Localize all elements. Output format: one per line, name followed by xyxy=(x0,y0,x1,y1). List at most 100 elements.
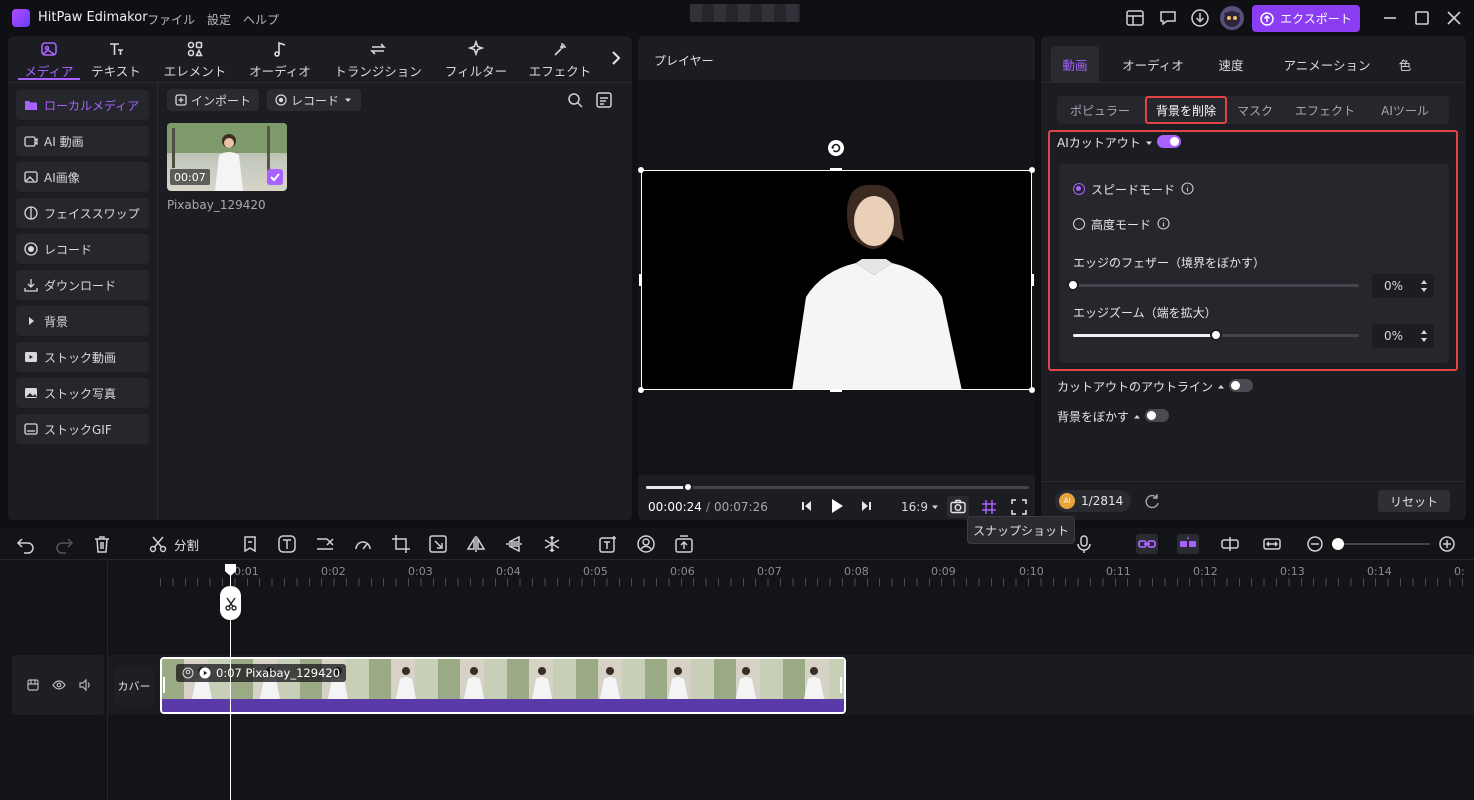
resize-handle[interactable] xyxy=(1029,387,1035,393)
info-icon[interactable] xyxy=(1181,182,1194,195)
info-icon[interactable] xyxy=(1157,217,1170,230)
tab-elements[interactable]: エレメント xyxy=(160,40,230,80)
trim-icon[interactable] xyxy=(315,534,335,554)
sidebar-item-stock-video[interactable]: ストック動画 xyxy=(16,342,149,372)
zoom-in-icon[interactable] xyxy=(1437,534,1457,554)
avatar[interactable] xyxy=(1220,6,1244,30)
flip-icon[interactable] xyxy=(504,534,524,554)
resize-handle[interactable] xyxy=(638,167,644,173)
add-text-icon[interactable] xyxy=(277,534,297,554)
ai-cutout-toggle[interactable] xyxy=(1157,135,1181,148)
cover-button[interactable]: カバー xyxy=(114,666,154,706)
export-button[interactable]: エクスポート xyxy=(1252,5,1360,32)
tab-media[interactable]: メディア xyxy=(18,40,80,80)
record-dropdown[interactable]: レコード xyxy=(267,89,362,111)
menu-file[interactable]: ファイル xyxy=(147,11,195,28)
sidebar-item-stock-photo[interactable]: ストック写真 xyxy=(16,378,149,408)
resize-handle[interactable] xyxy=(638,387,644,393)
microphone-icon[interactable] xyxy=(1074,534,1094,554)
resize-handle[interactable] xyxy=(830,168,842,171)
tab-text[interactable]: テキスト xyxy=(88,40,144,80)
refresh-icon[interactable] xyxy=(1143,492,1161,510)
layout-icon[interactable] xyxy=(1125,8,1145,28)
delete-icon[interactable] xyxy=(92,534,112,554)
tab-filter[interactable]: フィルター xyxy=(438,40,514,80)
track-lock-icon[interactable] xyxy=(26,678,40,692)
tab-audio[interactable]: オーディオ xyxy=(244,40,316,80)
subtab-popular[interactable]: ポピュラー xyxy=(1061,96,1139,124)
split-audio-icon[interactable] xyxy=(1220,534,1240,554)
outline-toggle[interactable] xyxy=(1229,379,1253,392)
fullscreen-icon[interactable] xyxy=(1009,497,1029,517)
prev-frame-icon[interactable] xyxy=(800,498,814,514)
next-frame-icon[interactable] xyxy=(859,498,873,514)
resize-handle[interactable] xyxy=(1029,167,1035,173)
freeze-icon[interactable] xyxy=(542,534,562,554)
sidebar-item-stock-gif[interactable]: ストックGIF xyxy=(16,414,149,444)
zoom-slider[interactable] xyxy=(1332,543,1430,545)
undo-icon[interactable] xyxy=(16,534,36,554)
aspect-ratio-dropdown[interactable]: 16:9 xyxy=(901,500,939,514)
sidebar-item-face-swap[interactable]: フェイススワップ xyxy=(16,198,149,228)
playback-knob[interactable] xyxy=(683,482,694,492)
tab-audio[interactable]: オーディオ xyxy=(1113,46,1193,82)
edge-feather-input[interactable]: 0% xyxy=(1372,274,1434,298)
video-preview[interactable] xyxy=(641,170,1032,390)
blur-background-toggle[interactable] xyxy=(1145,409,1169,422)
grid-icon[interactable] xyxy=(979,497,999,517)
ai-magic-icon[interactable] xyxy=(1177,534,1199,554)
sidebar-item-ai-video[interactable]: AI 動画 xyxy=(16,126,149,156)
text-to-speech-icon[interactable] xyxy=(598,534,618,554)
tabs-next-icon[interactable] xyxy=(608,48,624,68)
link-icon[interactable] xyxy=(1136,534,1158,554)
close-icon[interactable] xyxy=(1444,8,1464,28)
split-at-playhead-button[interactable] xyxy=(220,586,241,620)
speed-mode-radio[interactable] xyxy=(1073,183,1085,195)
minimize-icon[interactable] xyxy=(1380,8,1400,28)
resize-handle[interactable] xyxy=(639,274,642,286)
rotate-icon[interactable] xyxy=(827,139,845,157)
media-thumbnail[interactable]: 00:07 xyxy=(167,123,287,191)
tab-speed[interactable]: 速度 xyxy=(1207,46,1255,82)
edge-zoom-input[interactable]: 0% xyxy=(1372,324,1434,348)
feedback-icon[interactable] xyxy=(1158,8,1178,28)
menu-settings[interactable]: 設定 xyxy=(207,11,231,28)
fit-timeline-icon[interactable] xyxy=(1262,534,1282,554)
upload-clip-icon[interactable] xyxy=(674,534,694,554)
resize-icon[interactable] xyxy=(428,534,448,554)
import-button[interactable]: インポート xyxy=(167,89,260,111)
volume-icon[interactable] xyxy=(78,678,92,692)
tab-video[interactable]: 動画 xyxy=(1051,46,1099,82)
play-icon[interactable] xyxy=(829,497,845,515)
sidebar-item-record[interactable]: レコード xyxy=(16,234,149,264)
clip-trim-handle-right[interactable] xyxy=(840,677,842,693)
subtab-ai-tools[interactable]: AIツール xyxy=(1371,96,1439,124)
reset-button[interactable]: リセット xyxy=(1378,490,1450,512)
playback-progress[interactable] xyxy=(646,482,1029,492)
resize-handle[interactable] xyxy=(830,389,842,392)
sort-icon[interactable] xyxy=(595,91,613,109)
crop-icon[interactable] xyxy=(391,534,411,554)
ai-face-icon[interactable] xyxy=(636,534,656,554)
resize-handle[interactable] xyxy=(1031,274,1034,286)
tab-color[interactable]: 色 xyxy=(1391,46,1419,82)
sidebar-item-background[interactable]: 背景 xyxy=(16,306,149,336)
sidebar-item-ai-image[interactable]: AI画像 xyxy=(16,162,149,192)
subtab-effect[interactable]: エフェクト xyxy=(1287,96,1363,124)
maximize-icon[interactable] xyxy=(1412,8,1432,28)
high-mode-radio[interactable] xyxy=(1073,218,1085,230)
split-button[interactable]: 分割 xyxy=(148,534,199,554)
tab-animation[interactable]: アニメーション xyxy=(1269,46,1385,82)
clip-trim-handle-left[interactable] xyxy=(163,677,165,693)
zoom-out-icon[interactable] xyxy=(1305,534,1325,554)
mirror-icon[interactable] xyxy=(466,534,486,554)
zoom-knob[interactable] xyxy=(1332,538,1344,550)
speed-icon[interactable] xyxy=(353,534,373,554)
video-clip[interactable]: 0:07 Pixabay_129420 xyxy=(160,657,846,714)
search-icon[interactable] xyxy=(566,91,584,109)
edge-zoom-knob[interactable] xyxy=(1210,329,1222,341)
subtab-mask[interactable]: マスク xyxy=(1231,96,1279,124)
tab-effect[interactable]: エフェクト xyxy=(524,40,596,80)
subtab-remove-background[interactable]: 背景を削除 xyxy=(1145,96,1227,124)
menu-help[interactable]: ヘルプ xyxy=(243,11,279,28)
